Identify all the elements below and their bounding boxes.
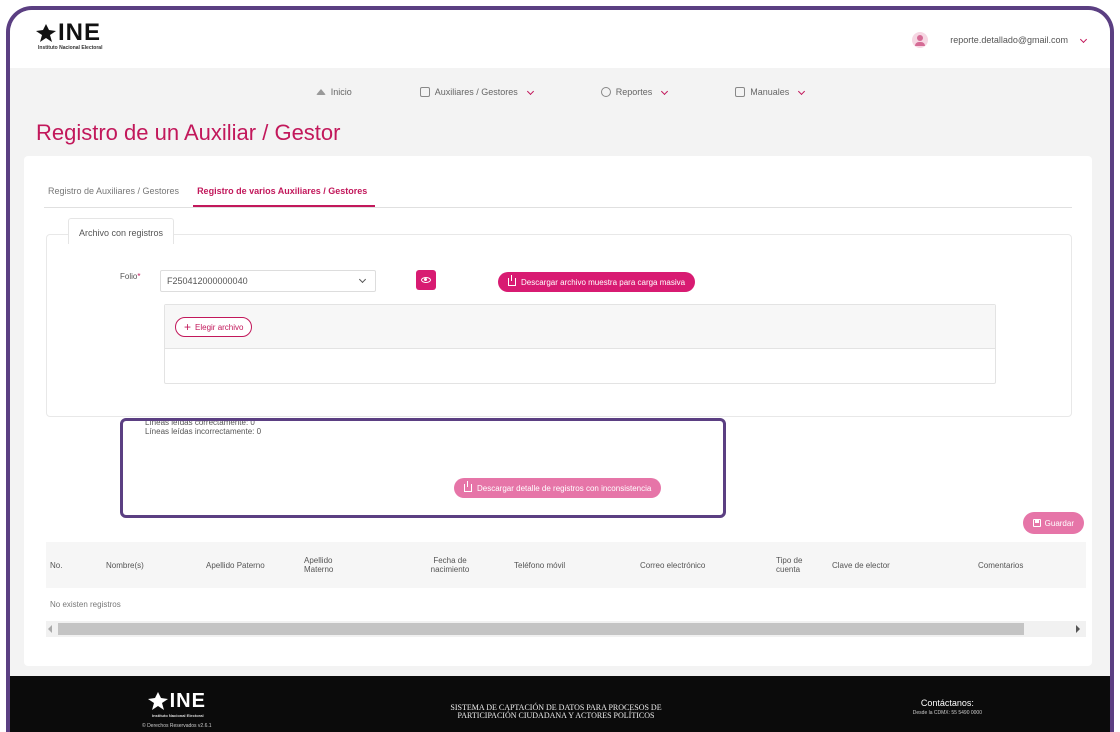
column-header: Fecha de nacimiento <box>430 556 470 574</box>
column-header: Apellido Materno <box>304 556 334 574</box>
logo-subtitle: Instituto Nacional Electoral <box>38 45 103 51</box>
column-header: Correo electrónico <box>640 560 706 570</box>
folio-label-text: Folio <box>120 272 138 281</box>
scrollbar-thumb[interactable] <box>58 623 1024 635</box>
column-header: Nombre(s) <box>106 560 144 570</box>
header: INE Instituto Nacional Electoral reporte… <box>10 10 1110 68</box>
nav-label: Manuales <box>750 87 790 97</box>
footer-rights: © Derechos Reservados v2.6.1 <box>142 723 212 729</box>
nav-label: Auxiliares / Gestores <box>434 87 518 97</box>
download-icon <box>508 275 516 286</box>
horizontal-scrollbar[interactable] <box>46 621 1086 637</box>
app-window: INE Instituto Nacional Electoral reporte… <box>6 6 1114 732</box>
file-icon <box>419 87 430 97</box>
column-header: Teléfono móvil <box>514 560 566 570</box>
chevron-down-icon <box>526 87 534 95</box>
chevron-down-icon <box>661 87 669 95</box>
folio-label: Folio* <box>120 272 140 281</box>
main-nav: Inicio Auxiliares / Gestores Reportes Ma… <box>10 68 1110 116</box>
nav-label: Reportes <box>615 87 653 97</box>
fieldset-legend: Archivo con registros <box>68 218 175 244</box>
save-button[interactable]: Guardar <box>1022 512 1084 534</box>
choose-file-button[interactable]: + Elegir archivo <box>175 317 253 337</box>
tab-registro-individual[interactable]: Registro de Auxiliares / Gestores <box>44 178 187 207</box>
main-card: Registro de Auxiliares / Gestores Regist… <box>24 156 1092 666</box>
download-sample-button[interactable]: Descargar archivo muestra para carga mas… <box>498 272 696 292</box>
folio-select[interactable]: F250412000000040 <box>160 270 376 292</box>
tab-bar: Registro de Auxiliares / Gestores Regist… <box>44 178 1072 208</box>
column-header: Comentarios <box>978 560 1024 570</box>
folio-value: F250412000000040 <box>167 276 248 286</box>
footer-system-name: SISTEMA DE CAPTACIÓN DE DATOS PARA PROCE… <box>386 704 726 720</box>
logo-text: INE <box>58 19 102 46</box>
footer-contact: Contáctanos: Desde la CDMX: 55 5490 0000 <box>913 698 982 716</box>
page-title: Registro de un Auxiliar / Gestor <box>36 120 341 145</box>
file-upload: + Elegir archivo <box>164 304 996 384</box>
user-menu[interactable]: reporte.detallado@gmail.com <box>912 32 1088 48</box>
footer-system-line2: PARTICIPACIÓN CIUDADANA Y ACTORES POLÍTI… <box>457 711 655 720</box>
tab-registro-varios[interactable]: Registro de varios Auxiliares / Gestores <box>193 178 376 207</box>
nav-label: Inicio <box>330 87 352 97</box>
home-icon <box>315 89 326 95</box>
footer-contact-phone: Desde la CDMX: 55 5490 0000 <box>912 710 982 716</box>
highlight-box <box>120 418 726 518</box>
chart-icon <box>600 87 611 97</box>
ine-logo[interactable]: INE Instituto Nacional Electoral <box>36 19 103 51</box>
required-mark: * <box>137 272 141 281</box>
save-icon <box>1032 519 1041 527</box>
save-label: Guardar <box>1044 518 1074 528</box>
chevron-down-icon <box>798 87 806 95</box>
chevron-down-icon <box>358 275 367 284</box>
footer-logo-subtitle: Instituto Nacional Electoral <box>151 713 204 718</box>
nav-item-inicio[interactable]: Inicio <box>282 68 386 116</box>
table-header: No. Nombre(s) Apellido Paterno Apellido … <box>46 542 1086 588</box>
eye-icon <box>421 277 431 283</box>
choose-file-label: Elegir archivo <box>195 322 244 332</box>
footer-contact-title: Contáctanos: <box>920 698 974 708</box>
column-header: Clave de elector <box>832 560 890 570</box>
user-icon <box>912 32 929 48</box>
download-sample-label: Descargar archivo muestra para carga mas… <box>521 277 686 287</box>
footer: INE Instituto Nacional Electoral © Derec… <box>10 676 1110 732</box>
book-icon <box>735 87 746 97</box>
scroll-left-icon[interactable] <box>48 625 52 633</box>
ine-star-icon <box>147 692 168 710</box>
chevron-down-icon <box>1079 35 1088 43</box>
footer-logo-text: INE <box>169 690 206 712</box>
column-header: Apellido Paterno <box>206 560 265 570</box>
user-email: reporte.detallado@gmail.com <box>950 35 1068 45</box>
column-header: No. <box>50 560 63 570</box>
empty-message: No existen registros <box>50 600 121 609</box>
records-table: No. Nombre(s) Apellido Paterno Apellido … <box>46 542 1086 637</box>
footer-logo: INE Instituto Nacional Electoral © Derec… <box>142 690 212 729</box>
plus-icon: + <box>184 320 192 334</box>
ine-star-icon <box>36 24 56 42</box>
column-header: Tipo de cuenta <box>776 556 803 574</box>
upload-header: + Elegir archivo <box>165 305 995 349</box>
view-button[interactable] <box>416 270 436 290</box>
scroll-right-icon[interactable] <box>1076 625 1080 633</box>
nav-item-manuales[interactable]: Manuales <box>701 68 838 116</box>
nav-item-auxiliares[interactable]: Auxiliares / Gestores <box>386 68 567 116</box>
nav-item-reportes[interactable]: Reportes <box>567 68 702 116</box>
